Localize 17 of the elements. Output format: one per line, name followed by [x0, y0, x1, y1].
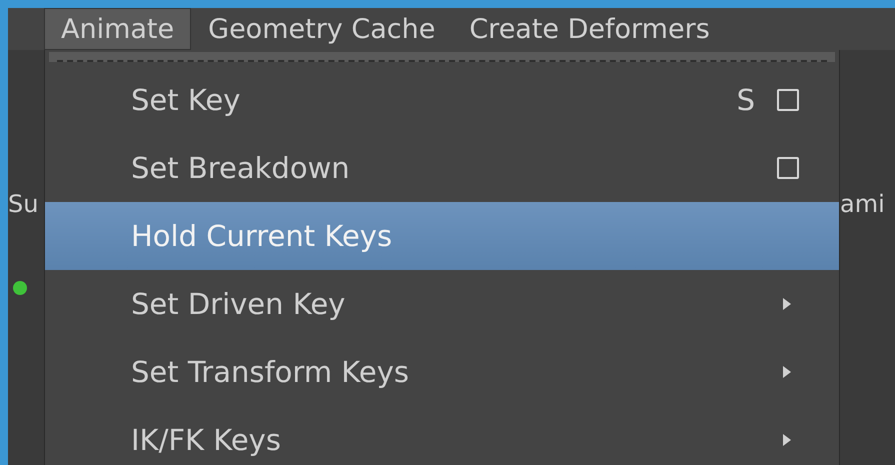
- menu-item[interactable]: IK/FK Keys: [45, 406, 839, 465]
- menu-item[interactable]: Hold Current Keys: [45, 202, 839, 270]
- submenu-arrow-icon: [781, 364, 793, 380]
- menu-item[interactable]: Set Transform Keys: [45, 338, 839, 406]
- menu-bar-item[interactable]: Animate: [44, 8, 192, 50]
- option-box-icon[interactable]: [777, 89, 799, 111]
- panel-label: ami: [840, 190, 886, 218]
- option-box-icon[interactable]: [777, 157, 799, 179]
- menu-bar-item[interactable]: Geometry Cache: [191, 8, 452, 50]
- panel-label: Su: [8, 190, 40, 218]
- menu-item[interactable]: Set Driven Key: [45, 270, 839, 338]
- submenu-arrow-icon: [781, 296, 793, 312]
- menu-item[interactable]: Set Breakdown: [45, 134, 839, 202]
- menu-item[interactable]: Set Key S: [45, 66, 839, 134]
- menu-bar-item[interactable]: Create Deformers: [452, 8, 727, 50]
- submenu-arrow-icon: [781, 432, 793, 448]
- dot-icon: [12, 280, 28, 296]
